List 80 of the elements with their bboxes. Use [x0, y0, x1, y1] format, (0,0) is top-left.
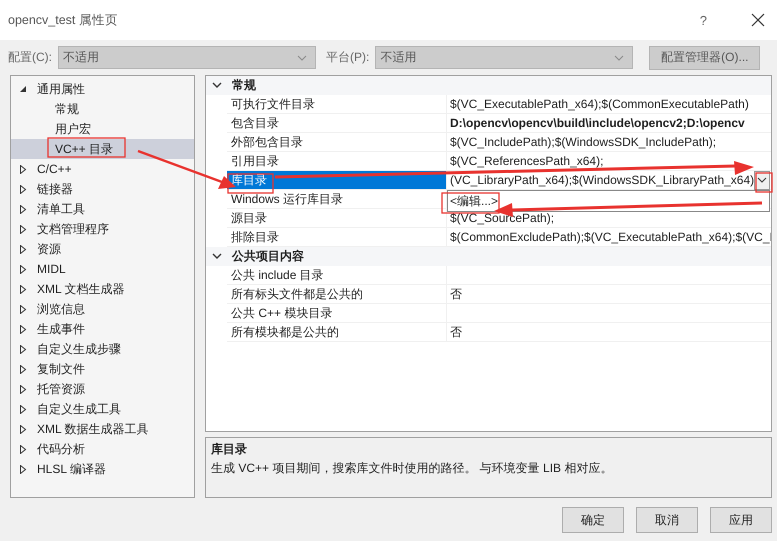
collapsed-triangle-icon[interactable]	[19, 204, 27, 214]
close-icon[interactable]	[751, 13, 765, 27]
collapsed-triangle-icon[interactable]	[19, 464, 27, 474]
collapsed-triangle-icon[interactable]	[19, 224, 27, 234]
collapsed-triangle-icon[interactable]	[19, 304, 27, 314]
property-name[interactable]: 排除目录	[227, 228, 447, 246]
tree-item[interactable]: 清单工具	[11, 199, 194, 219]
property-value[interactable]: $(VC_IncludePath);$(WindowsSDK_IncludePath);	[450, 135, 771, 149]
tree-item[interactable]: 用户宏	[11, 119, 194, 139]
property-name[interactable]: 所有模块都是公共的	[227, 323, 447, 341]
collapsed-triangle-icon[interactable]	[19, 384, 27, 394]
property-value[interactable]: (VC_LibraryPath_x64);$(WindowsSDK_LibraryPath_x64)	[450, 173, 754, 187]
config-dropdown[interactable]: 不适用	[58, 46, 316, 69]
property-value[interactable]: $(VC_ExecutablePath_x64);$(CommonExecutablePath)	[450, 97, 771, 111]
tree-item[interactable]: HLSL 编译器	[11, 459, 194, 479]
annotation-box	[441, 192, 500, 214]
chevron-down-icon	[614, 54, 624, 60]
collapsed-triangle-icon[interactable]	[19, 444, 27, 454]
configuration-manager-button[interactable]: 配置管理器(O)...	[649, 46, 760, 70]
dialog-button[interactable]: 确定	[562, 507, 624, 533]
description-title: 库目录	[211, 441, 247, 458]
property-name[interactable]: 引用目录	[227, 152, 447, 170]
property-name[interactable]: 所有标头文件都是公共的	[227, 285, 447, 303]
annotation-box	[755, 172, 773, 193]
property-value[interactable]: D:\opencv\opencv\build\include\opencv2;D:\opencv	[450, 116, 771, 130]
tree-item[interactable]: 复制文件	[11, 359, 194, 379]
help-button[interactable]: ?	[700, 12, 707, 28]
tree-item[interactable]: 常规	[11, 99, 194, 119]
collapsed-triangle-icon[interactable]	[19, 424, 27, 434]
tree-item[interactable]: MIDL	[11, 259, 194, 279]
dialog-button[interactable]: 应用	[710, 507, 772, 533]
property-name[interactable]: 公共 C++ 模块目录	[227, 304, 447, 322]
tree-item[interactable]: 链接器	[11, 179, 194, 199]
property-name[interactable]: 可执行文件目录	[227, 95, 447, 113]
property-name[interactable]: 公共 include 目录	[227, 266, 447, 284]
collapsed-triangle-icon[interactable]	[19, 344, 27, 354]
property-name[interactable]: 源目录	[227, 209, 447, 227]
category-header[interactable]: 公共项目内容	[206, 247, 771, 266]
chevron-down-icon	[757, 177, 768, 183]
expanded-triangle-icon[interactable]	[19, 85, 27, 93]
property-value[interactable]: $(VC_ReferencesPath_x64);	[450, 154, 771, 168]
chevron-down-icon	[297, 54, 307, 60]
property-name[interactable]: 包含目录	[227, 114, 447, 132]
tree-item[interactable]: 自定义生成工具	[11, 399, 194, 419]
collapsed-triangle-icon[interactable]	[19, 164, 27, 174]
chevron-down-icon[interactable]	[212, 253, 222, 260]
collapsed-triangle-icon[interactable]	[19, 364, 27, 374]
tree-item[interactable]: 浏览信息	[11, 299, 194, 319]
property-name[interactable]: 外部包含目录	[227, 133, 447, 151]
platform-label: 平台(P):	[326, 49, 370, 66]
property-value[interactable]: 否	[450, 286, 771, 302]
dropdown-option[interactable]: <编辑...>	[448, 191, 770, 212]
property-value[interactable]: 否	[450, 324, 771, 340]
category-header[interactable]: 常规	[206, 76, 771, 95]
tree-item[interactable]: 生成事件	[11, 319, 194, 339]
property-value[interactable]: $(VC_SourcePath);	[450, 211, 771, 225]
chevron-down-icon[interactable]	[212, 82, 222, 89]
annotation-box	[227, 173, 274, 194]
tree-item[interactable]: VC++ 目录	[11, 139, 194, 159]
tree-item[interactable]: 托管资源	[11, 379, 194, 399]
config-label: 配置(C):	[8, 49, 52, 66]
tree-item[interactable]: 通用属性	[11, 79, 194, 99]
tree-item[interactable]: C/C++	[11, 159, 194, 179]
tree-item[interactable]: 资源	[11, 239, 194, 259]
collapsed-triangle-icon[interactable]	[19, 184, 27, 194]
collapsed-triangle-icon[interactable]	[19, 264, 27, 274]
description-text: 生成 VC++ 项目期间，搜索库文件时使用的路径。 与环境变量 LIB 相对应。	[211, 460, 612, 477]
collapsed-triangle-icon[interactable]	[19, 244, 27, 254]
collapsed-triangle-icon[interactable]	[19, 324, 27, 334]
tree-item[interactable]: 自定义生成步骤	[11, 339, 194, 359]
dialog-button[interactable]: 取消	[636, 507, 698, 533]
collapsed-triangle-icon[interactable]	[19, 284, 27, 294]
tree-item[interactable]: XML 数据生成器工具	[11, 419, 194, 439]
platform-dropdown[interactable]: 不适用	[375, 46, 634, 69]
window-title: opencv_test 属性页	[8, 12, 118, 28]
tree-item[interactable]: 文档管理程序	[11, 219, 194, 239]
tree-item[interactable]: 代码分析	[11, 439, 194, 459]
property-name[interactable]: Windows 运行库目录	[227, 190, 447, 208]
tree-item[interactable]: XML 文档生成器	[11, 279, 194, 299]
collapsed-triangle-icon[interactable]	[19, 404, 27, 414]
